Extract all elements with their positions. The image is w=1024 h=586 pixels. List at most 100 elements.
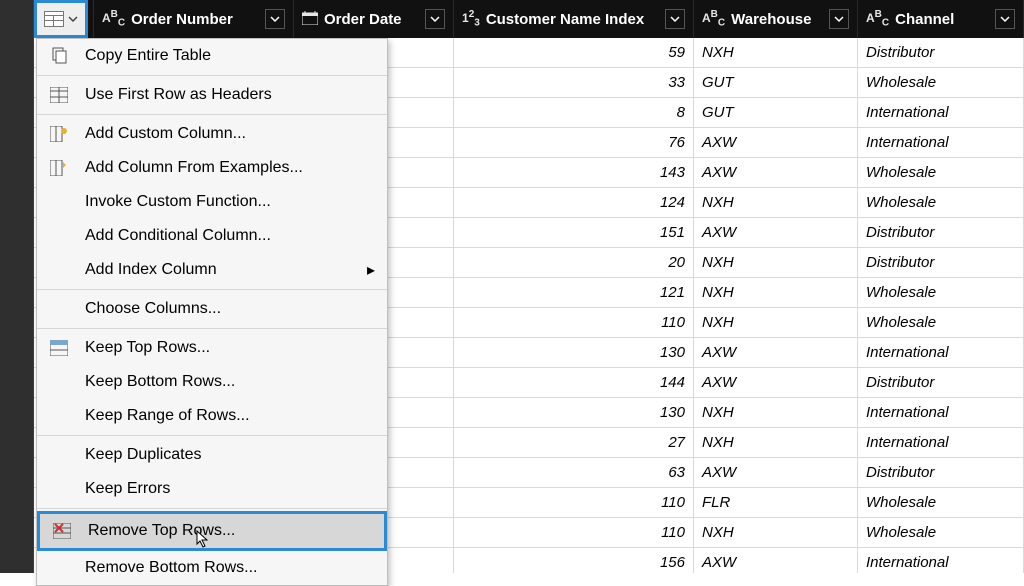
cell-channel: Wholesale — [858, 278, 1024, 307]
menu-item[interactable]: Keep Range of Rows... — [37, 399, 387, 433]
col-example-icon — [47, 160, 71, 176]
cell-warehouse: NXH — [694, 518, 858, 547]
cell-channel: International — [858, 98, 1024, 127]
menu-item-label: Keep Errors — [85, 480, 170, 498]
menu-separator — [37, 435, 387, 436]
cell-customer-index: 27 — [454, 428, 694, 457]
cell-warehouse: GUT — [694, 98, 858, 127]
cell-customer-index: 110 — [454, 308, 694, 337]
menu-item-label: Add Custom Column... — [85, 125, 246, 143]
column-header-order-number[interactable]: ABC Order Number — [94, 0, 294, 38]
table-icon — [44, 11, 64, 27]
menu-item-label: Choose Columns... — [85, 300, 221, 318]
cell-warehouse: NXH — [694, 248, 858, 277]
cell-customer-index: 33 — [454, 68, 694, 97]
filter-dropdown-icon[interactable] — [665, 9, 685, 29]
menu-item[interactable]: Add Custom Column... — [37, 117, 387, 151]
menu-item-label: Keep Bottom Rows... — [85, 373, 235, 391]
column-header-channel[interactable]: ABC Channel — [858, 0, 1024, 38]
app-left-rail — [0, 0, 34, 573]
menu-separator — [37, 289, 387, 290]
menu-item-label: Add Index Column — [85, 261, 217, 279]
date-type-icon — [302, 11, 318, 28]
cell-channel: International — [858, 398, 1024, 427]
text-type-icon: ABC — [866, 9, 889, 28]
cell-customer-index: 76 — [454, 128, 694, 157]
cell-channel: Wholesale — [858, 518, 1024, 547]
cell-channel: Wholesale — [858, 188, 1024, 217]
cell-customer-index: 20 — [454, 248, 694, 277]
column-header-label: Warehouse — [731, 11, 811, 28]
column-header-order-date[interactable]: Order Date — [294, 0, 454, 38]
menu-item[interactable]: Remove Bottom Rows... — [37, 551, 387, 585]
cell-channel: Distributor — [858, 248, 1024, 277]
menu-item[interactable]: Copy Entire Table — [37, 39, 387, 73]
cell-customer-index: 151 — [454, 218, 694, 247]
menu-item[interactable]: Add Index Column ▸ — [37, 253, 387, 287]
remove-rows-icon — [50, 523, 74, 539]
cell-customer-index: 156 — [454, 548, 694, 573]
cell-channel: Wholesale — [858, 68, 1024, 97]
menu-separator — [37, 328, 387, 329]
menu-item-label: Keep Top Rows... — [85, 339, 210, 357]
filter-dropdown-icon[interactable] — [425, 9, 445, 29]
cell-customer-index: 110 — [454, 488, 694, 517]
cell-customer-index: 130 — [454, 338, 694, 367]
menu-item-label: Add Column From Examples... — [85, 159, 303, 177]
column-header-customer-index[interactable]: 123 Customer Name Index — [454, 0, 694, 38]
cell-customer-index: 63 — [454, 458, 694, 487]
menu-item[interactable]: Add Column From Examples... — [37, 151, 387, 185]
cell-channel: Wholesale — [858, 158, 1024, 187]
filter-dropdown-icon[interactable] — [995, 9, 1015, 29]
cell-channel: Distributor — [858, 38, 1024, 67]
cell-customer-index: 144 — [454, 368, 694, 397]
menu-item[interactable]: Add Conditional Column... — [37, 219, 387, 253]
cell-channel: Wholesale — [858, 308, 1024, 337]
menu-separator — [37, 114, 387, 115]
cell-customer-index: 59 — [454, 38, 694, 67]
table-context-menu: Copy Entire Table Use First Row as Header… — [36, 38, 388, 586]
column-headers: ABC Order Number Order Date 123 Customer… — [34, 0, 1024, 38]
submenu-arrow-icon: ▸ — [367, 260, 375, 280]
menu-item[interactable]: Choose Columns... — [37, 292, 387, 326]
cell-warehouse: NXH — [694, 428, 858, 457]
menu-item-label: Remove Bottom Rows... — [85, 559, 258, 577]
filter-dropdown-icon[interactable] — [829, 9, 849, 29]
menu-item-label: Keep Duplicates — [85, 446, 202, 464]
cell-warehouse: AXW — [694, 338, 858, 367]
menu-item-label: Remove Top Rows... — [88, 522, 235, 540]
menu-item-label: Use First Row as Headers — [85, 86, 272, 104]
cell-customer-index: 121 — [454, 278, 694, 307]
column-header-label: Order Date — [324, 11, 402, 28]
menu-item-label: Keep Range of Rows... — [85, 407, 250, 425]
menu-item[interactable]: Keep Duplicates — [37, 438, 387, 472]
menu-item-label: Add Conditional Column... — [85, 227, 271, 245]
cell-warehouse: AXW — [694, 218, 858, 247]
column-header-label: Customer Name Index — [486, 11, 644, 28]
keep-rows-icon — [47, 340, 71, 356]
cell-channel: Distributor — [858, 458, 1024, 487]
cell-warehouse: AXW — [694, 368, 858, 397]
cell-warehouse: NXH — [694, 308, 858, 337]
cell-warehouse: AXW — [694, 158, 858, 187]
menu-item-label: Invoke Custom Function... — [85, 193, 271, 211]
menu-separator — [37, 508, 387, 509]
column-header-warehouse[interactable]: ABC Warehouse — [694, 0, 858, 38]
menu-item[interactable]: Remove Top Rows... — [37, 511, 387, 551]
table-menu-button[interactable] — [34, 0, 88, 38]
text-type-icon: ABC — [102, 9, 125, 28]
custom-col-icon — [47, 126, 71, 142]
cell-warehouse: NXH — [694, 278, 858, 307]
cell-warehouse: GUT — [694, 68, 858, 97]
cell-warehouse: FLR — [694, 488, 858, 517]
menu-item[interactable]: Use First Row as Headers — [37, 78, 387, 112]
cell-warehouse: AXW — [694, 548, 858, 573]
menu-item[interactable]: Invoke Custom Function... — [37, 185, 387, 219]
chevron-down-icon — [68, 11, 78, 28]
menu-item[interactable]: Keep Top Rows... — [37, 331, 387, 365]
filter-dropdown-icon[interactable] — [265, 9, 285, 29]
menu-item[interactable]: Keep Errors — [37, 472, 387, 506]
menu-item[interactable]: Keep Bottom Rows... — [37, 365, 387, 399]
table-icon — [47, 87, 71, 103]
menu-item-label: Copy Entire Table — [85, 47, 211, 65]
